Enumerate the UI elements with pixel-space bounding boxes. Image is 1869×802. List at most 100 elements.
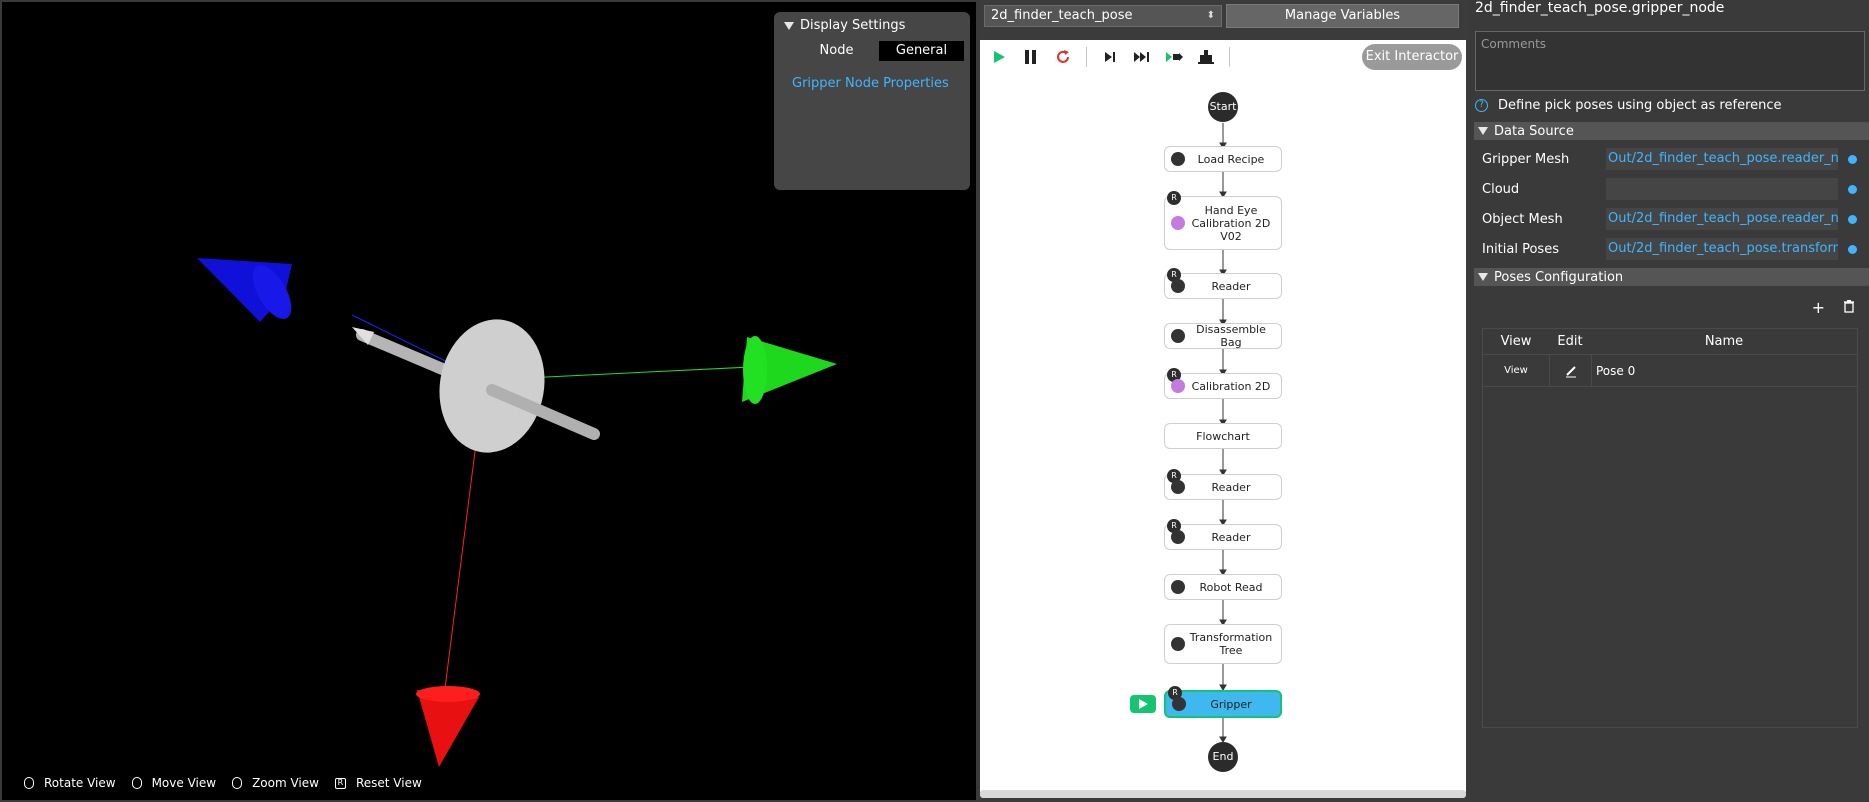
poses-table: View Edit Name View Pose 0 xyxy=(1482,328,1858,728)
zoom-view-label: Zoom View xyxy=(252,776,319,790)
mouse-right-icon xyxy=(131,777,142,789)
help-icon[interactable]: ? xyxy=(1475,99,1488,112)
node-type-icon xyxy=(1171,152,1185,166)
flow-node-label: Hand Eye Calibration 2D V02 xyxy=(1191,203,1271,243)
flow-node-flowchart[interactable]: Flowchart xyxy=(1164,423,1282,449)
display-settings-header[interactable]: Display Settings xyxy=(784,18,905,33)
flow-node-reader[interactable]: R Reader xyxy=(1164,469,1282,500)
r-key-icon: R xyxy=(334,777,346,789)
rotate-view-hint: Rotate View xyxy=(24,776,116,790)
help-text: Define pick poses using object as refere… xyxy=(1498,98,1782,113)
flow-canvas[interactable]: Exit Interactor Start Load Recipe R Hand… xyxy=(980,40,1466,792)
zoom-view-hint: Zoom View xyxy=(232,776,319,790)
column-name: Name xyxy=(1704,334,1744,349)
poses-configuration-title: Poses Configuration xyxy=(1494,269,1624,285)
app-window: Display Settings Node General Gripper No… xyxy=(0,0,1869,802)
flow-end[interactable]: End xyxy=(1208,742,1238,772)
node-type-icon xyxy=(1171,637,1185,651)
flow-node-gripper[interactable]: R Gripper xyxy=(1164,686,1282,718)
node-type-icon xyxy=(1171,279,1185,293)
gripper-icon xyxy=(1172,697,1186,711)
pencil-icon xyxy=(1565,365,1576,377)
cloud-field[interactable] xyxy=(1606,178,1838,200)
column-view: View xyxy=(1500,334,1532,349)
connect-dot-icon[interactable] xyxy=(1848,154,1857,164)
select-arrow-icon: ⬍ xyxy=(1206,10,1215,21)
calibration-icon xyxy=(1171,216,1185,230)
data-source-title: Data Source xyxy=(1494,123,1574,139)
flow-node-label: Disassemble Bag xyxy=(1196,323,1266,349)
view-controls-hint: Rotate View Move View Zoom View R Reset V… xyxy=(24,776,422,790)
flow-node-reader[interactable]: R Reader xyxy=(1164,268,1282,299)
mouse-wheel-icon xyxy=(232,777,243,789)
flow-node-load-recipe[interactable]: Load Recipe xyxy=(1164,146,1282,172)
pipeline-select[interactable]: 2d_finder_teach_pose ⬍ xyxy=(984,5,1222,27)
edit-button[interactable] xyxy=(1549,355,1591,386)
properties-panel: 2d_finder_teach_pose.gripper_node Commen… xyxy=(1470,0,1869,802)
object-mesh-field[interactable]: Out/2d_finder_teach_pose.reader_node3 xyxy=(1606,208,1838,230)
flow-node-label: Flowchart xyxy=(1196,429,1250,443)
flow-node-label: Gripper xyxy=(1210,697,1252,711)
view-button[interactable]: View xyxy=(1483,365,1549,376)
comments-field[interactable]: Comments xyxy=(1475,31,1865,91)
tab-general[interactable]: General xyxy=(879,41,964,61)
node-type-icon xyxy=(1171,530,1185,544)
flow-node-label: Reader xyxy=(1211,530,1251,544)
collapse-triangle-icon xyxy=(1478,273,1488,281)
trash-icon[interactable] xyxy=(1843,298,1855,317)
help-row: ? Define pick poses using object as refe… xyxy=(1475,98,1782,113)
flow-panel: 2d_finder_teach_pose ⬍ Manage Variables xyxy=(978,0,1470,802)
play-icon xyxy=(1139,699,1148,709)
display-settings-tabs: Node General xyxy=(794,41,964,61)
prop-label: Initial Poses xyxy=(1482,241,1559,257)
node-type-icon xyxy=(1171,480,1185,494)
table-header: View Edit Name xyxy=(1483,329,1857,355)
flow-node-transformation-tree[interactable]: Transformation Tree xyxy=(1164,624,1282,664)
prop-label: Gripper Mesh xyxy=(1482,151,1570,167)
poses-configuration-header[interactable]: Poses Configuration xyxy=(1474,268,1869,286)
initial-poses-row: Initial Poses Out/2d_finder_teach_pose.t… xyxy=(1482,238,1865,260)
gripper-mesh-row: Gripper Mesh Out/2d_finder_teach_pose.re… xyxy=(1482,148,1865,170)
connect-dot-icon[interactable] xyxy=(1848,244,1857,254)
node-type-icon xyxy=(1171,329,1185,343)
flow-node-reader[interactable]: R Reader xyxy=(1164,519,1282,550)
object-mesh-row: Object Mesh Out/2d_finder_teach_pose.rea… xyxy=(1482,208,1865,230)
pipeline-select-value: 2d_finder_teach_pose xyxy=(991,8,1133,23)
collapse-triangle-icon xyxy=(784,21,794,30)
gripper-node-properties-link[interactable]: Gripper Node Properties xyxy=(792,76,949,91)
connect-dot-icon[interactable] xyxy=(1848,214,1857,224)
flow-node-label: Reader xyxy=(1211,279,1251,293)
table-row[interactable]: View Pose 0 xyxy=(1483,355,1857,387)
pose-name: Pose 0 xyxy=(1591,355,1857,386)
flow-node-label: Robot Read xyxy=(1199,580,1263,594)
robot-read-icon xyxy=(1171,580,1185,594)
flow-node-hand-eye-calibration[interactable]: R Hand Eye Calibration 2D V02 xyxy=(1164,191,1282,250)
display-settings-title: Display Settings xyxy=(800,18,906,33)
flow-node-calibration-2d[interactable]: R Calibration 2D xyxy=(1164,368,1282,399)
mouse-left-icon xyxy=(24,777,34,789)
reset-view-hint: R Reset View xyxy=(334,776,422,790)
flow-node-label: Reader xyxy=(1211,480,1251,494)
cloud-row: Cloud xyxy=(1482,178,1865,200)
calibration-icon xyxy=(1171,379,1185,393)
connect-dot-icon[interactable] xyxy=(1848,184,1857,194)
r-badge: R xyxy=(1167,191,1181,205)
flow-node-disassemble-bag[interactable]: Disassemble Bag xyxy=(1164,323,1282,349)
node-title: 2d_finder_teach_pose.gripper_node xyxy=(1475,0,1725,16)
move-view-hint: Move View xyxy=(131,776,216,790)
tab-node[interactable]: Node xyxy=(794,41,879,61)
column-edit: Edit xyxy=(1557,334,1583,349)
rotate-view-label: Rotate View xyxy=(44,776,116,790)
reset-view-label: Reset View xyxy=(355,776,422,790)
add-icon[interactable]: + xyxy=(1812,298,1825,317)
run-indicator[interactable] xyxy=(1130,695,1156,713)
manage-variables-button[interactable]: Manage Variables xyxy=(1226,4,1459,28)
flow-node-robot-read[interactable]: Robot Read xyxy=(1164,574,1282,600)
initial-poses-field[interactable]: Out/2d_finder_teach_pose.transformatio xyxy=(1606,238,1838,260)
flow-start[interactable]: Start xyxy=(1208,92,1238,122)
flow-node-label: Calibration 2D xyxy=(1191,379,1271,393)
horizontal-scrollbar[interactable] xyxy=(980,790,1466,798)
gripper-mesh-field[interactable]: Out/2d_finder_teach_pose.reader_node2 xyxy=(1606,148,1838,170)
data-source-header[interactable]: Data Source xyxy=(1474,122,1869,140)
3d-viewport[interactable]: Display Settings Node General Gripper No… xyxy=(0,0,978,802)
